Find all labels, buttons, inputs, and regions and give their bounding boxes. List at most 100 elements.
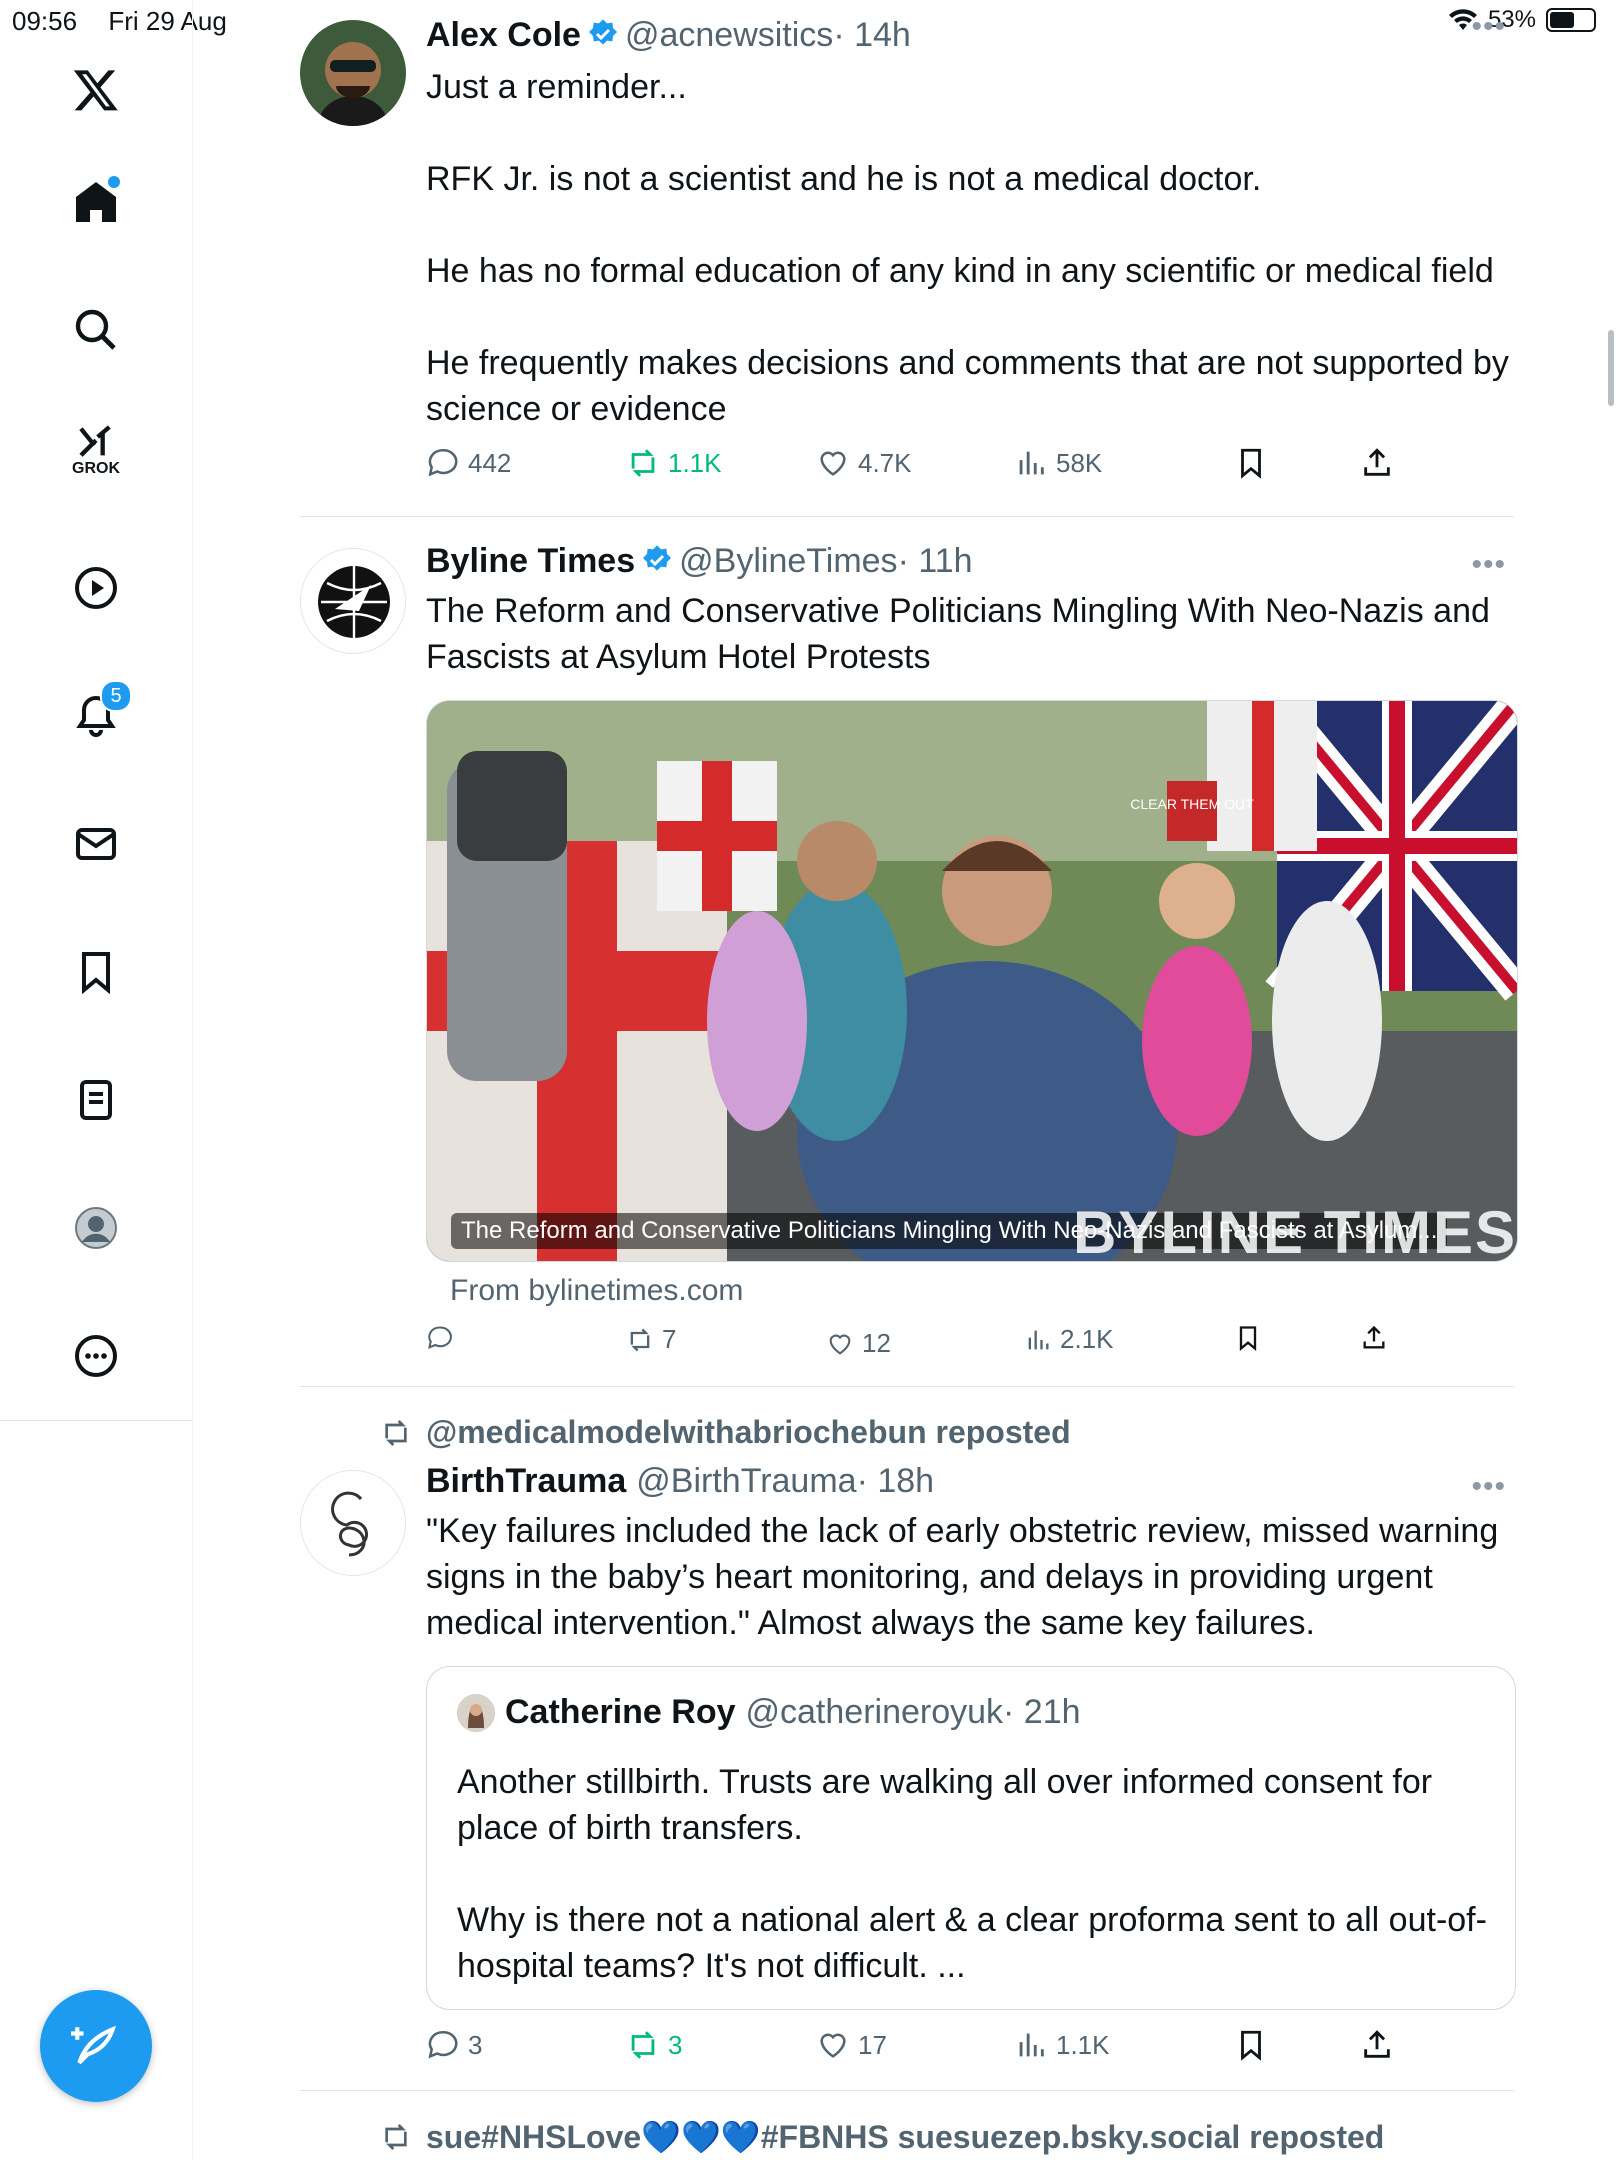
- protest-photo: CLEAR THEM OUT: [427, 701, 1517, 1261]
- grok-icon: [79, 425, 111, 457]
- views-count: 58K: [1056, 447, 1103, 478]
- like-button[interactable]: 12: [826, 1328, 891, 1359]
- link-card-image[interactable]: CLEAR THEM OUT The Reform and Conservati…: [426, 700, 1518, 1262]
- post-header: Alex Cole @acnewsitics· 14h: [426, 16, 911, 55]
- views-button[interactable]: 1.1K: [1014, 2028, 1110, 2062]
- views-chart-icon: [1019, 2033, 1044, 2057]
- heart-icon: [820, 2033, 846, 2058]
- more-options-icon[interactable]: •••: [1471, 1470, 1506, 1504]
- post-header: Byline Times @BylineTimes· 11h: [426, 542, 973, 581]
- reply-icon: [428, 2030, 458, 2059]
- author-handle[interactable]: @BirthTrauma: [636, 1462, 856, 1500]
- reply-button[interactable]: [426, 1324, 462, 1352]
- battery-icon: [1546, 8, 1596, 32]
- avatar[interactable]: [300, 548, 406, 654]
- author-name[interactable]: Alex Cole: [426, 16, 581, 54]
- author-name[interactable]: Byline Times: [426, 542, 635, 580]
- avatar[interactable]: [300, 20, 406, 126]
- compose-feather-icon: [71, 2025, 117, 2065]
- repost-button[interactable]: 1.1K: [626, 446, 722, 480]
- status-right: 53%: [1448, 6, 1596, 34]
- lists-icon[interactable]: [66, 1070, 126, 1130]
- post-time: · 11h: [897, 542, 973, 580]
- reply-count: 442: [468, 447, 512, 478]
- heart-icon: [820, 451, 846, 476]
- search-icon[interactable]: [66, 300, 126, 360]
- grok-nav[interactable]: GROK: [66, 420, 126, 480]
- bookmark-button[interactable]: [1234, 446, 1268, 480]
- post-divider: [300, 1386, 1514, 1387]
- repost-icon: [631, 2031, 655, 2059]
- share-button[interactable]: [1360, 446, 1394, 480]
- like-button[interactable]: 4.7K: [816, 446, 912, 480]
- more-options-icon[interactable]: [66, 1326, 126, 1386]
- post-header: BirthTrauma @BirthTrauma· 18h: [426, 1462, 934, 1501]
- repost-count: 1.1K: [668, 447, 722, 478]
- share-icon: [1364, 448, 1390, 476]
- home-icon[interactable]: [66, 172, 126, 232]
- avatar[interactable]: [300, 1470, 406, 1576]
- repost-attribution[interactable]: @medicalmodelwithabriochebun reposted: [380, 1414, 1071, 1451]
- author-handle[interactable]: @acnewsitics: [625, 16, 833, 54]
- share-button[interactable]: [1360, 1324, 1388, 1352]
- home-unread-dot: [108, 176, 120, 188]
- repost-icon: [631, 449, 655, 477]
- quoted-post-text: Another stillbirth. Trusts are walking a…: [457, 1763, 1487, 1985]
- media-watermark: BYLINE TIMES: [1072, 1199, 1517, 1262]
- post-actions: 442 1.1K 4.7K 58K: [426, 446, 1516, 496]
- notifications-bell-icon[interactable]: 5: [66, 680, 132, 746]
- quoted-avatar: [457, 1693, 495, 1732]
- notifications-badge: 5: [100, 680, 132, 712]
- scrollbar[interactable]: [1608, 330, 1614, 406]
- repost-attribution-text: @medicalmodelwithabriochebun reposted: [426, 1414, 1071, 1450]
- reply-icon: [428, 448, 458, 477]
- post-actions: 3 3 17 1.1K: [426, 2028, 1516, 2078]
- repost-count: 7: [662, 1324, 677, 1354]
- link-source[interactable]: From bylinetimes.com: [450, 1274, 743, 1308]
- grok-label: GROK: [72, 460, 120, 477]
- views-count: 1.1K: [1056, 2029, 1110, 2060]
- views-button[interactable]: 58K: [1014, 446, 1102, 480]
- reply-button[interactable]: 3: [426, 2028, 482, 2062]
- like-button[interactable]: 17: [816, 2028, 887, 2062]
- bookmark-button[interactable]: [1234, 2028, 1268, 2062]
- author-name[interactable]: BirthTrauma: [426, 1462, 626, 1500]
- quoted-author-name[interactable]: Catherine Roy: [505, 1693, 736, 1732]
- messages-envelope-icon[interactable]: [66, 814, 126, 874]
- post-actions: 7 12 2.1K: [426, 1324, 1516, 1374]
- views-chart-icon: [1028, 1330, 1049, 1349]
- more-options-icon[interactable]: •••: [1471, 10, 1506, 44]
- bookmark-icon: [1241, 448, 1261, 479]
- compose-post-button[interactable]: [40, 1990, 152, 2102]
- post-time: · 18h: [856, 1462, 935, 1500]
- next-repost-text: sue#NHSLove💙💙💙#FBNHS suesuezep.bsky.soci…: [426, 2119, 1385, 2155]
- repost-icon: [385, 1419, 407, 1446]
- views-count: 2.1K: [1060, 1324, 1114, 1354]
- repost-icon: [385, 2124, 407, 2150]
- share-icon: [1364, 2030, 1390, 2058]
- bookmark-icon: [1241, 2030, 1261, 2061]
- quoted-post[interactable]: Catherine Roy @catherineroyuk · 21h Anothe…: [426, 1666, 1516, 2010]
- post-text: The Reform and Conservative Politicians …: [426, 592, 1500, 676]
- bookmark-icon[interactable]: [66, 942, 126, 1002]
- video-play-icon[interactable]: [66, 558, 126, 618]
- views-button[interactable]: 2.1K: [1024, 1324, 1114, 1355]
- share-button[interactable]: [1360, 2028, 1394, 2062]
- quoted-author-handle[interactable]: @catherineroyuk: [746, 1693, 1004, 1732]
- verified-badge-icon: [643, 545, 672, 571]
- more-options-icon[interactable]: •••: [1471, 548, 1506, 582]
- x-logo-icon[interactable]: [66, 60, 126, 120]
- like-count: 17: [858, 2029, 887, 2060]
- profile-avatar-icon[interactable]: [66, 1198, 126, 1258]
- repost-button[interactable]: 3: [626, 2028, 682, 2062]
- reply-icon: [428, 1326, 452, 1350]
- repost-button[interactable]: 7: [626, 1324, 676, 1355]
- author-handle[interactable]: @BylineTimes: [679, 542, 897, 580]
- protest-sign-text: CLEAR THEM OUT: [1130, 796, 1254, 812]
- reply-button[interactable]: 442: [426, 446, 511, 480]
- next-repost-attribution[interactable]: sue#NHSLove💙💙💙#FBNHS suesuezep.bsky.soci…: [380, 2118, 1384, 2156]
- repost-count: 3: [668, 2029, 683, 2060]
- bookmark-button[interactable]: [1234, 1324, 1262, 1352]
- repost-icon: [630, 1328, 650, 1351]
- post-divider: [300, 516, 1514, 517]
